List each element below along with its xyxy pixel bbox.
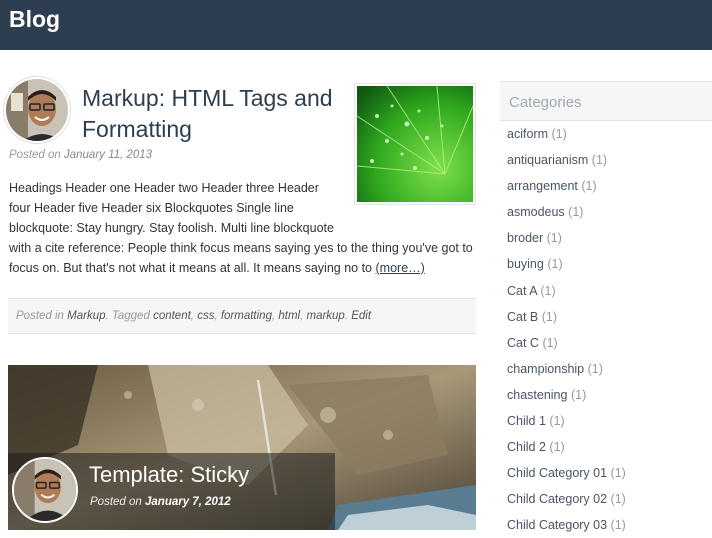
list-item: Child Category 03 (1)	[507, 518, 707, 538]
category-link[interactable]: Child Category 03	[507, 518, 607, 532]
post-title[interactable]: Markup: HTML Tags and Formatting	[82, 83, 344, 145]
category-link[interactable]: Markup	[67, 310, 105, 322]
excerpt-line-last: focus on. But that's not what it means a…	[9, 258, 473, 278]
excerpt-text: focus on. But that's not what it means a…	[9, 261, 373, 275]
site-title[interactable]: Blog	[9, 6, 60, 33]
category-link[interactable]: asmodeus	[507, 205, 565, 219]
tag-link[interactable]: css	[197, 310, 214, 322]
site-header: Blog	[0, 0, 712, 50]
category-link[interactable]: Cat A	[507, 284, 537, 298]
category-link[interactable]: Cat B	[507, 310, 538, 324]
avatar-photo	[14, 459, 76, 521]
list-item: aciform (1)	[507, 127, 707, 153]
list-item: Cat C (1)	[507, 336, 707, 362]
category-link[interactable]: buying	[507, 257, 544, 271]
category-link[interactable]: aciform	[507, 127, 548, 141]
excerpt-line: four Header five Header six Blockquotes …	[9, 201, 294, 215]
category-link[interactable]: Child 1	[507, 414, 546, 428]
post-date-link[interactable]: January 7, 2012	[145, 496, 231, 508]
list-item: championship (1)	[507, 362, 707, 388]
category-count: (1)	[551, 127, 567, 141]
list-item: asmodeus (1)	[507, 205, 707, 231]
category-count: (1)	[610, 466, 626, 481]
category-link[interactable]: Cat C	[507, 336, 539, 350]
tag-link[interactable]: formatting	[221, 310, 272, 322]
tag-link[interactable]: content	[153, 310, 191, 322]
list-item: Child Category 01 (1)	[507, 466, 707, 492]
posted-on-label: Posted on	[90, 496, 142, 508]
list-item: chastening (1)	[507, 388, 707, 414]
list-item: Cat B (1)	[507, 310, 707, 336]
list-item: Child 1 (1)	[507, 414, 707, 440]
category-link[interactable]: championship	[507, 362, 584, 376]
list-item: Cat A (1)	[507, 284, 707, 310]
posted-in-label: Posted in	[16, 310, 64, 322]
list-item: broder (1)	[507, 231, 707, 257]
category-link[interactable]: broder	[507, 231, 543, 245]
category-count: (1)	[587, 361, 603, 376]
category-count: (1)	[540, 283, 556, 298]
widget-title: Categories	[509, 94, 582, 111]
post-date-line: Posted on January 11, 2013	[9, 149, 152, 161]
category-count: (1)	[568, 205, 584, 220]
category-count: (1)	[591, 153, 608, 168]
post-date-line: Posted on January 7, 2012	[90, 496, 231, 508]
avatar-photo	[6, 79, 68, 141]
author-avatar[interactable]	[12, 457, 78, 523]
edit-link[interactable]: Edit	[351, 310, 371, 322]
list-item: Child 2 (1)	[507, 440, 707, 466]
category-count: (1)	[547, 257, 563, 272]
post-excerpt: Headings Header one Header two Header th…	[9, 178, 473, 278]
list-item: arrangement (1)	[507, 179, 707, 205]
post-meta-bar: Posted in Markup. Tagged content, css, f…	[8, 298, 476, 334]
category-count: (1)	[549, 414, 565, 429]
category-link[interactable]: Child Category 01	[507, 466, 607, 480]
excerpt-line: Headings Header one Header two Header th…	[9, 181, 319, 195]
category-count: (1)	[549, 440, 565, 455]
excerpt-line: with a cite reference: People think focu…	[9, 241, 473, 255]
list-item: antiquarianism (1)	[507, 153, 707, 179]
category-list: aciform (1) antiquarianism (1) arrangeme…	[507, 127, 707, 538]
category-link[interactable]: antiquarianism	[507, 153, 588, 167]
posted-on-label: Posted on	[9, 149, 61, 161]
category-count: (1)	[542, 335, 558, 350]
post-title[interactable]: Template: Sticky	[89, 462, 249, 488]
tag-link[interactable]: markup	[306, 310, 344, 322]
category-count: (1)	[546, 231, 562, 246]
category-count: (1)	[541, 309, 558, 324]
category-link[interactable]: arrangement	[507, 179, 578, 193]
category-count: (1)	[610, 518, 626, 533]
list-item: Child Category 02 (1)	[507, 492, 707, 518]
category-link[interactable]: Child 2	[507, 440, 546, 454]
author-avatar[interactable]	[4, 77, 70, 143]
category-count: (1)	[581, 179, 597, 194]
category-link[interactable]: chastening	[507, 388, 567, 402]
category-count: (1)	[570, 387, 587, 402]
post-date-link[interactable]: January 11, 2013	[64, 149, 152, 161]
read-more-link[interactable]: (more…)	[376, 261, 425, 275]
category-link[interactable]: Child Category 02	[507, 492, 607, 506]
list-item: buying (1)	[507, 257, 707, 283]
tagged-label: . Tagged	[105, 310, 150, 322]
tag-link[interactable]: html	[278, 310, 300, 322]
excerpt-line: blockquote: Stay hungry. Stay foolish. M…	[9, 221, 334, 235]
categories-widget-header: Categories	[500, 81, 712, 121]
category-count: (1)	[610, 492, 626, 507]
